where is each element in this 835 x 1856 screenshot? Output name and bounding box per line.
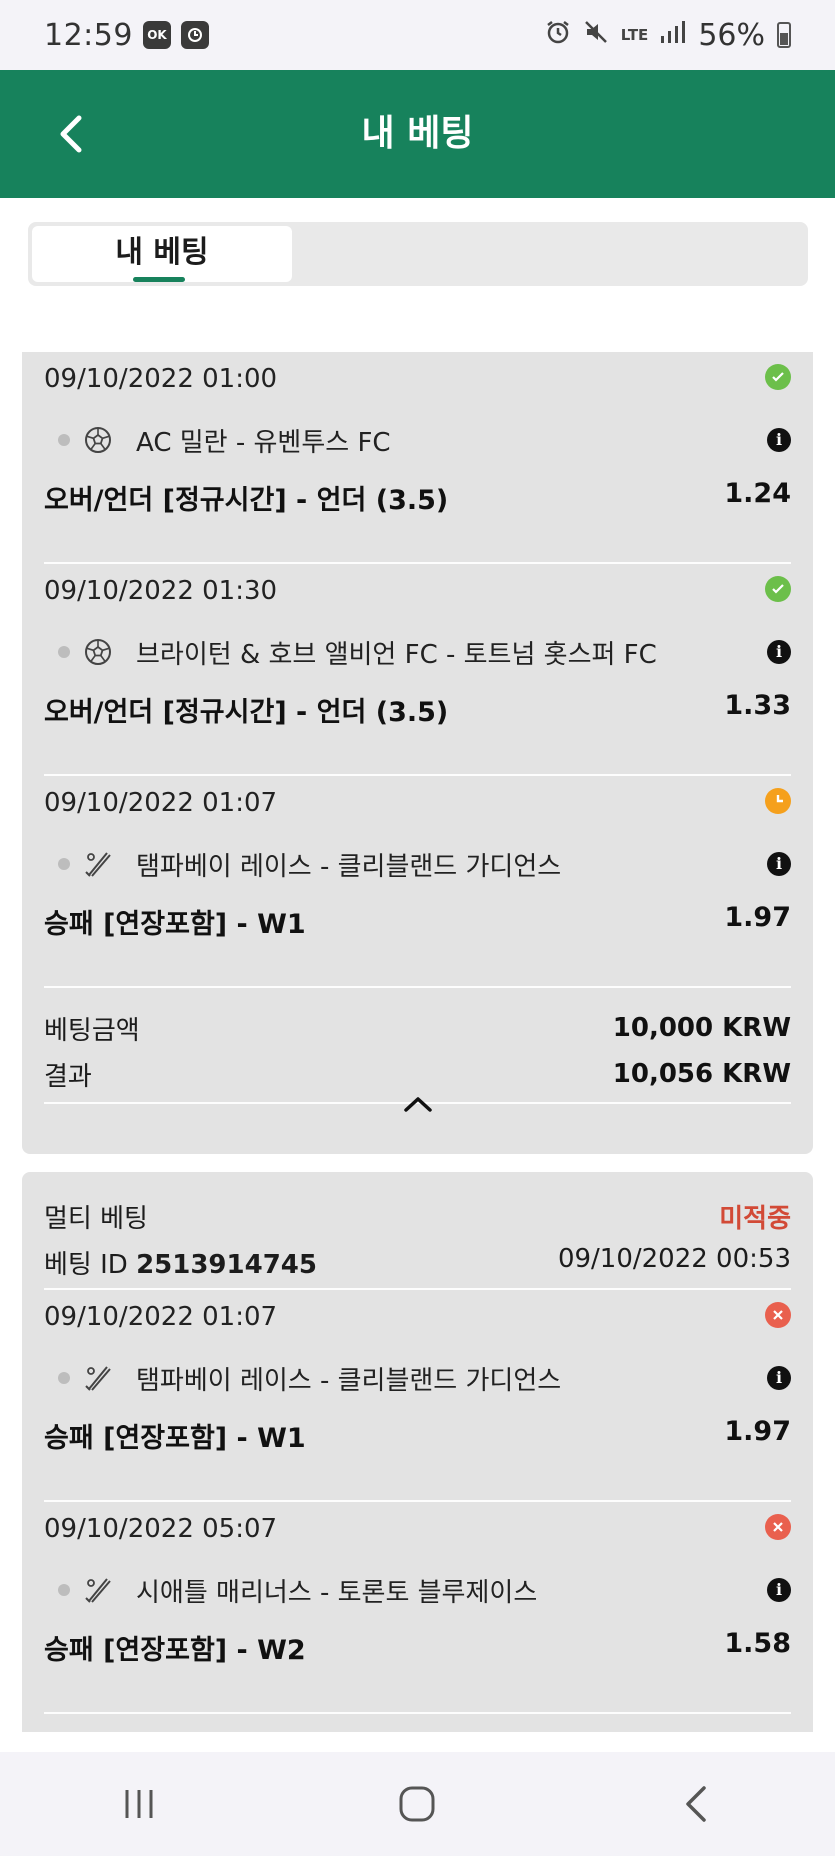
cross-icon (765, 1514, 791, 1540)
status-dot (58, 1372, 70, 1384)
clock-icon (765, 788, 791, 814)
bet-id: 2513914745 (136, 1250, 317, 1280)
event-datetime: 09/10/2022 01:00 (44, 364, 278, 394)
bet-selection: 09/10/2022 01:07 탬파베이 레이스 - 클리블랜드 가디언스 i… (44, 1290, 791, 1502)
battery-icon (777, 22, 791, 48)
soccer-ball-icon (82, 636, 114, 668)
bet-slip-card: 09/10/2022 01:00 AC 밀란 - 유벤투스 FC i 오버/언더… (22, 352, 813, 1154)
mute-icon (583, 19, 609, 51)
stake-label: 베팅금액 (44, 1015, 140, 1046)
info-icon[interactable]: i (767, 852, 791, 876)
stake-value: 10,000 KRW (612, 1013, 791, 1043)
baseball-bat-icon (82, 1574, 114, 1606)
market-label: 오버/언더 [정규시간] - 언더 (3.5) (44, 697, 449, 728)
match-row: AC 밀란 - 유벤투스 FC i (44, 420, 791, 460)
match-row: 시애틀 매리너스 - 토론토 블루제이스 i (44, 1570, 791, 1610)
bet-selection: 09/10/2022 01:00 AC 밀란 - 유벤투스 FC i 오버/언더… (44, 352, 791, 564)
status-time: 12:59 (44, 17, 133, 53)
match-name: 탬파베이 레이스 - 클리블랜드 가디언스 (136, 1365, 562, 1396)
status-dot (58, 1584, 70, 1596)
collapse-button[interactable] (22, 1074, 813, 1134)
tab-bar: 내 베팅 (28, 222, 808, 286)
info-icon[interactable]: i (767, 428, 791, 452)
odds-value: 1.33 (724, 690, 791, 721)
event-datetime: 09/10/2022 01:07 (44, 1302, 278, 1332)
ok-app-icon: OK (142, 21, 171, 49)
odds-value: 1.58 (724, 1628, 791, 1659)
event-datetime: 09/10/2022 05:07 (44, 1514, 278, 1544)
bet-selection: 09/10/2022 05:07 시애틀 매리너스 - 토론토 블루제이스 i … (44, 1502, 791, 1714)
system-nav-bar (0, 1752, 835, 1856)
market-label: 승패 [연장포함] - W1 (44, 1423, 306, 1454)
stake-row: 베팅금액 10,000 KRW (44, 1008, 791, 1048)
battery-percent: 56% (698, 17, 765, 53)
bet-datetime: 09/10/2022 00:53 (557, 1244, 791, 1274)
event-datetime: 09/10/2022 01:07 (44, 788, 278, 818)
soccer-ball-icon (82, 424, 114, 456)
bet-selection: 09/10/2022 01:30 브라이턴 & 호브 앨비언 FC - 토트넘 … (44, 564, 791, 776)
chevron-left-icon (686, 1786, 706, 1822)
page-title: 내 베팅 (361, 113, 474, 154)
lte-icon: LTE (620, 26, 649, 44)
baseball-bat-icon (82, 1362, 114, 1394)
match-row: 브라이턴 & 호브 앨비언 FC - 토트넘 홋스퍼 FC i (44, 632, 791, 672)
recent-apps-button[interactable] (99, 1774, 179, 1834)
bet-id-label: 베팅 ID (44, 1250, 128, 1280)
bet-id-row: 베팅 ID 2513914745 (44, 1244, 317, 1281)
clock-app-icon (180, 21, 209, 49)
tab-label: 내 베팅 (115, 235, 209, 270)
market-label: 승패 [연장포함] - W2 (44, 1635, 306, 1666)
bet-slip-header: 멀티 베팅 미적중 베팅 ID 2513914745 09/10/2022 00… (44, 1172, 791, 1290)
match-name: 시애틀 매리너스 - 토론토 블루제이스 (136, 1577, 538, 1608)
status-dot (58, 858, 70, 870)
alarm-icon (545, 19, 571, 51)
match-name: 브라이턴 & 호브 앨비언 FC - 토트넘 홋스퍼 FC (136, 639, 657, 670)
bet-selection: 09/10/2022 01:07 탬파베이 레이스 - 클리블랜드 가디언스 i… (44, 776, 791, 988)
check-icon (765, 576, 791, 602)
info-icon[interactable]: i (767, 1366, 791, 1390)
check-icon (765, 364, 791, 390)
chevron-up-icon (403, 1097, 432, 1112)
market-label: 승패 [연장포함] - W1 (44, 909, 306, 940)
status-badge: 미적중 (719, 1204, 791, 1234)
recent-apps-icon (125, 1790, 153, 1818)
event-datetime: 09/10/2022 01:30 (44, 576, 278, 606)
home-button[interactable] (377, 1774, 457, 1834)
odds-value: 1.24 (724, 478, 791, 509)
app-bar: 내 베팅 (0, 70, 835, 198)
match-name: 탬파베이 레이스 - 클리블랜드 가디언스 (136, 851, 562, 882)
status-dot (58, 646, 70, 658)
info-icon[interactable]: i (767, 640, 791, 664)
match-row: 탬파베이 레이스 - 클리블랜드 가디언스 i (44, 844, 791, 884)
cross-icon (765, 1302, 791, 1328)
tab-active-indicator (133, 277, 185, 282)
baseball-bat-icon (82, 848, 114, 880)
bet-type: 멀티 베팅 (44, 1204, 148, 1234)
home-icon (399, 1786, 435, 1822)
match-row: 탬파베이 레이스 - 클리블랜드 가디언스 i (44, 1358, 791, 1398)
status-bar: 12:59 OK LTE 56% (0, 0, 835, 70)
system-back-button[interactable] (656, 1774, 736, 1834)
tab-my-bets[interactable]: 내 베팅 (32, 226, 292, 282)
market-label: 오버/언더 [정규시간] - 언더 (3.5) (44, 485, 449, 516)
signal-icon (660, 20, 686, 50)
info-icon[interactable]: i (767, 1578, 791, 1602)
odds-value: 1.97 (724, 902, 791, 933)
status-dot (58, 434, 70, 446)
bet-slip-card: 멀티 베팅 미적중 베팅 ID 2513914745 09/10/2022 00… (22, 1172, 813, 1732)
odds-value: 1.97 (724, 1416, 791, 1447)
match-name: AC 밀란 - 유벤투스 FC (136, 427, 391, 458)
